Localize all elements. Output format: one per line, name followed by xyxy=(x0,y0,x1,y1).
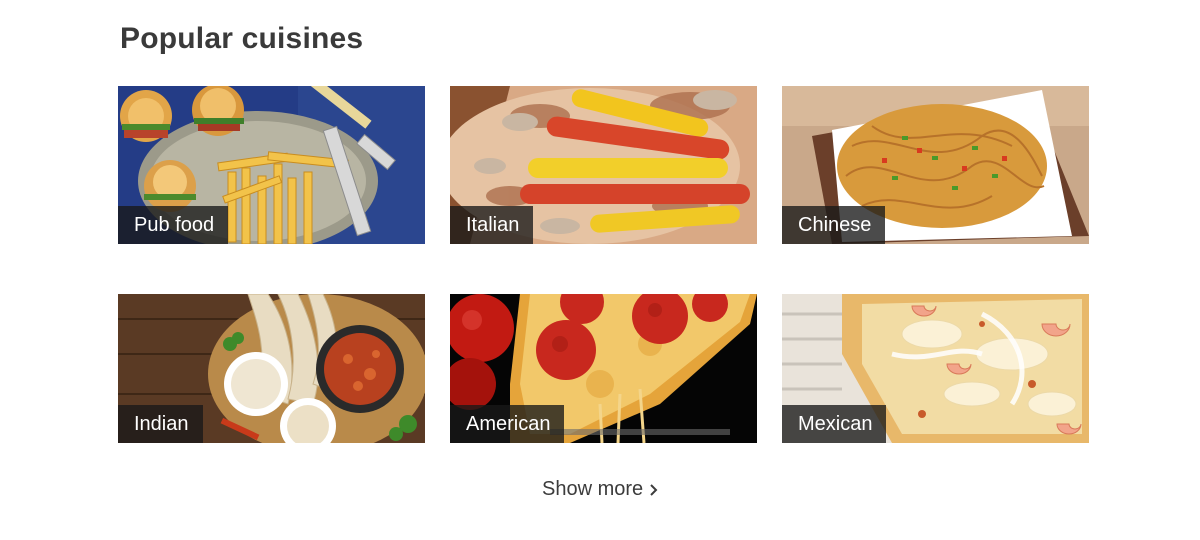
cuisine-card-italian[interactable]: Italian xyxy=(450,86,757,244)
cuisine-card-pub-food[interactable]: Pub food xyxy=(118,86,425,244)
cuisine-card-chinese[interactable]: Chinese xyxy=(782,86,1089,244)
section-title: Popular cuisines xyxy=(120,22,364,55)
show-more-button[interactable]: Show more xyxy=(542,478,659,501)
show-more-label: Show more xyxy=(542,478,644,500)
cuisine-label: Italian xyxy=(450,206,534,244)
cuisine-grid: Pub food Italian Chinese Indian American… xyxy=(118,86,1090,443)
cuisine-label: Chinese xyxy=(782,206,886,244)
cuisine-label: Pub food xyxy=(118,206,229,244)
popular-cuisines-section: Popular cuisines Pub food Italian Chines… xyxy=(0,0,1200,540)
chevron-right-icon xyxy=(650,483,658,496)
cuisine-label: Indian xyxy=(118,405,203,443)
cuisine-card-indian[interactable]: Indian xyxy=(118,294,425,443)
cuisine-label: Mexican xyxy=(782,405,887,443)
cuisine-card-mexican[interactable]: Mexican xyxy=(782,294,1089,443)
cuisine-label: American xyxy=(450,405,565,443)
cuisine-card-american[interactable]: American xyxy=(450,294,757,443)
